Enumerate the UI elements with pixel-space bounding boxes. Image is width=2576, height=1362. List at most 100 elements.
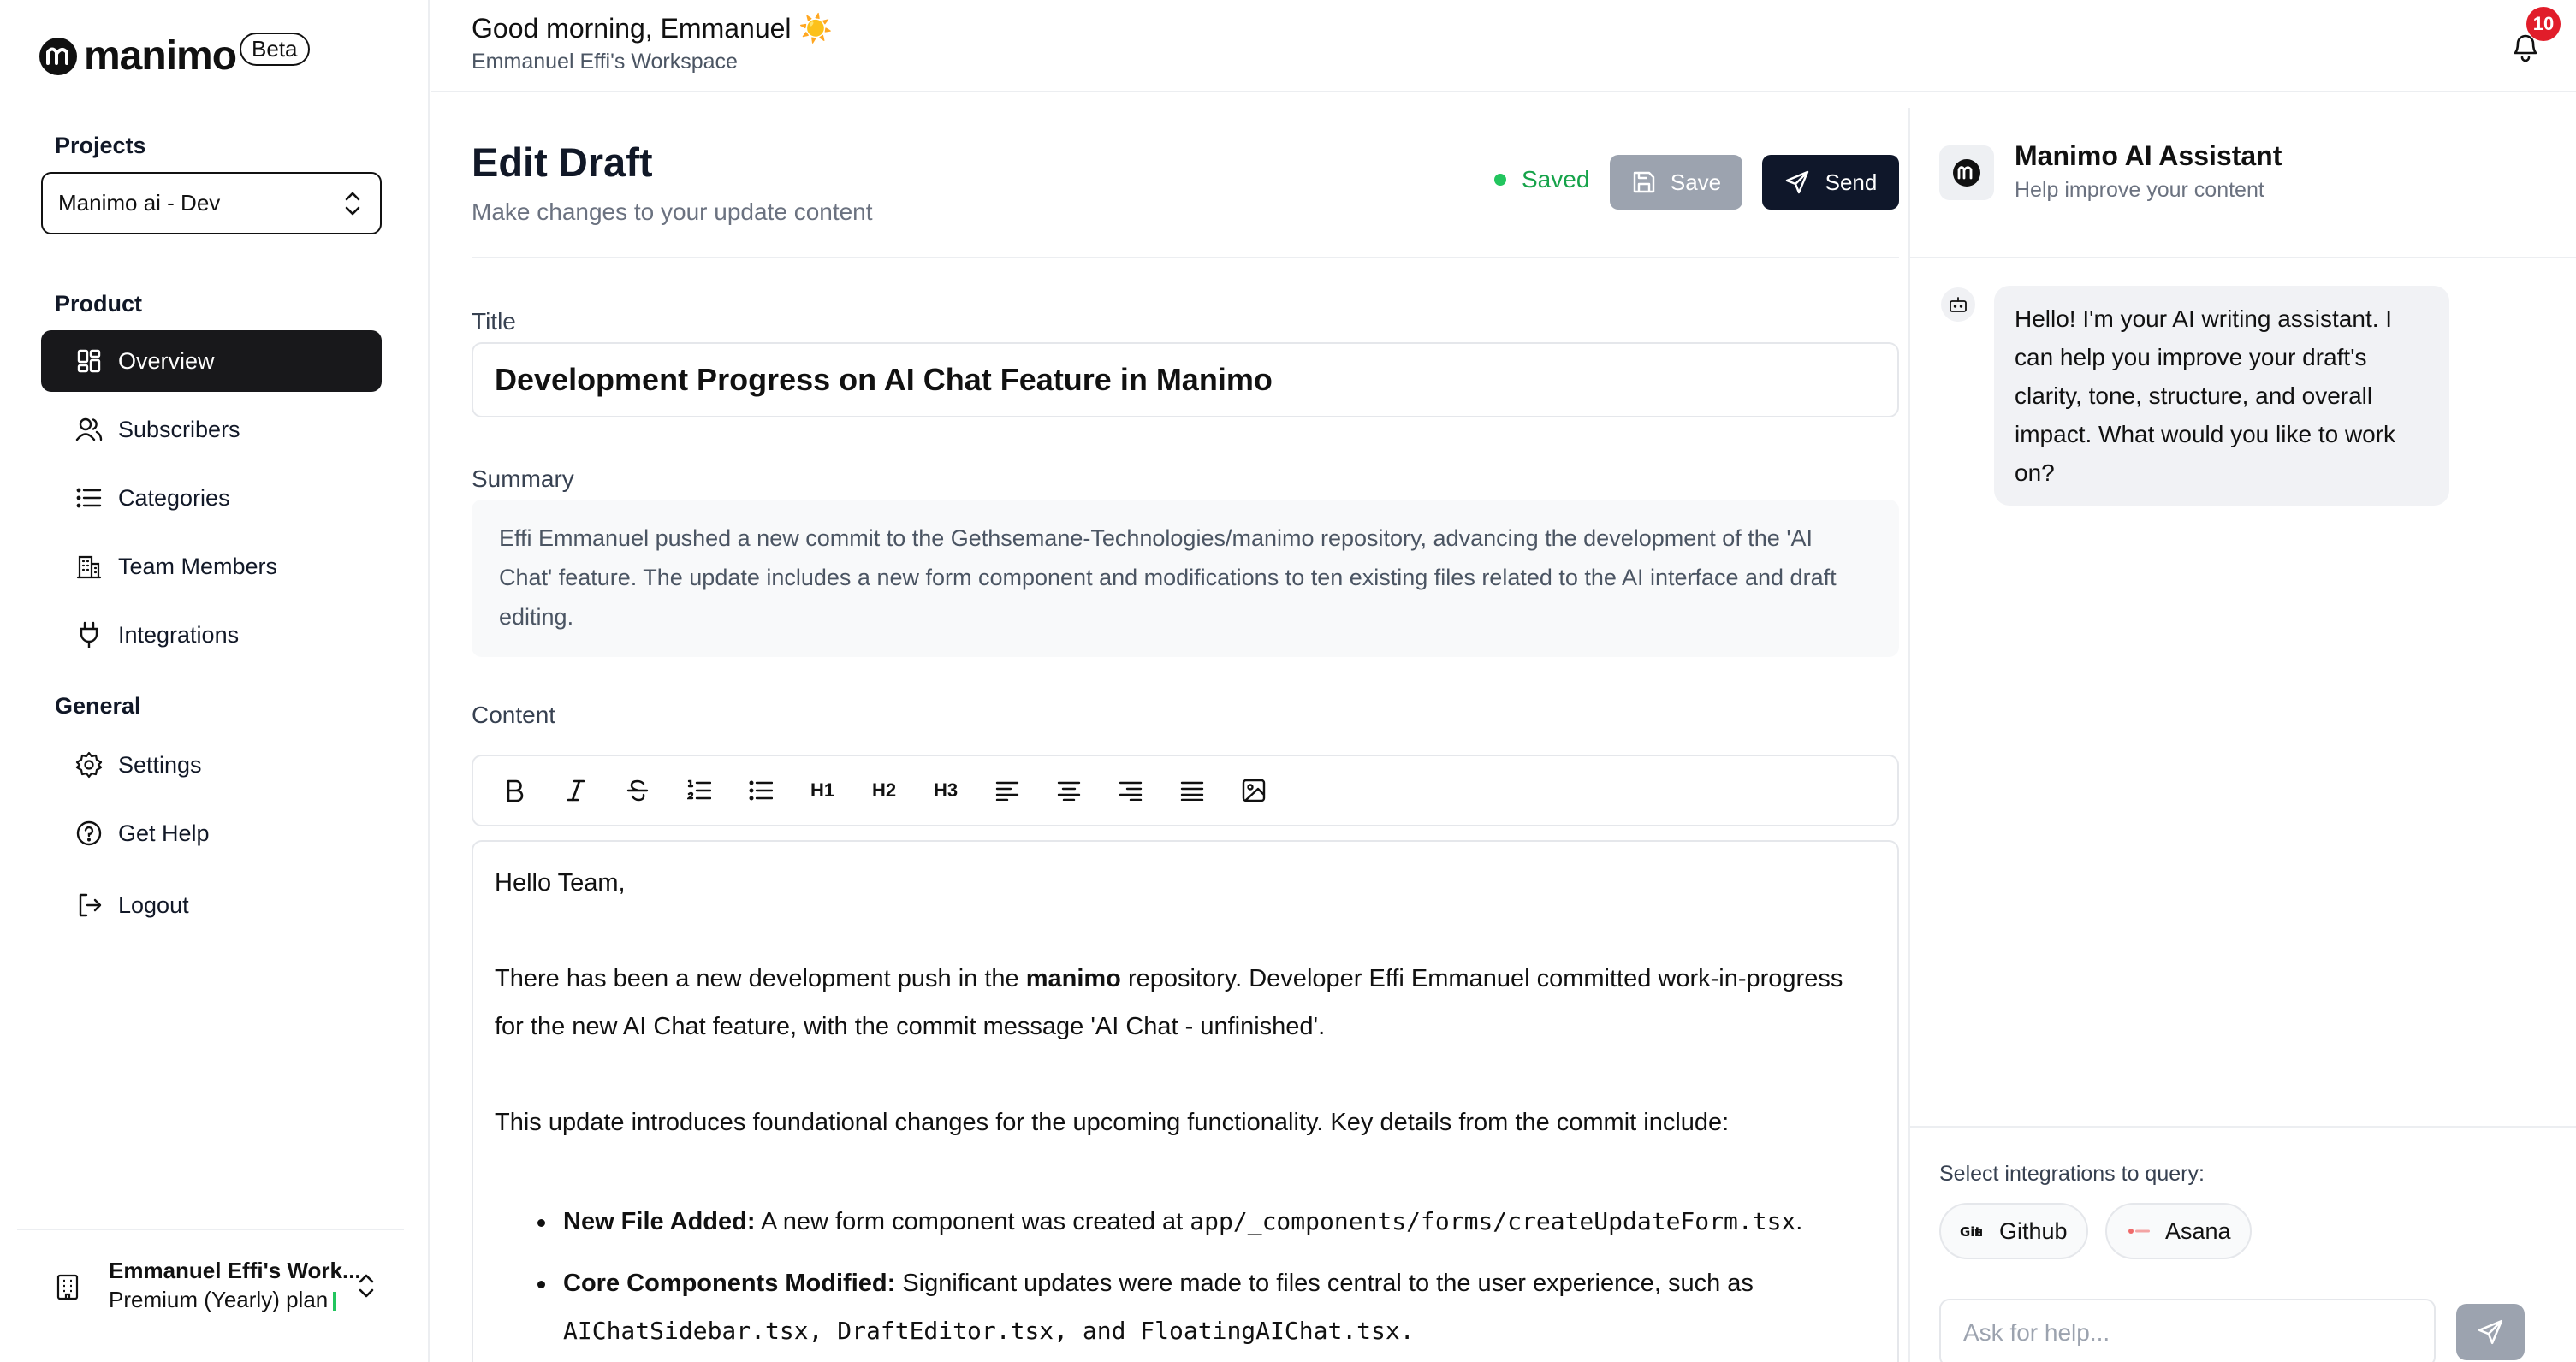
- bold-icon: [507, 779, 524, 802]
- users-icon: [75, 416, 103, 443]
- product-label: Product: [55, 291, 143, 317]
- workspace-subtitle: Emmanuel Effi's Workspace: [472, 50, 738, 74]
- beta-badge: Beta: [240, 33, 310, 66]
- summary-textarea[interactable]: Effi Emmanuel pushed a new commit to the…: [472, 500, 1899, 657]
- image-icon: [1242, 779, 1266, 802]
- plug-icon: [75, 621, 103, 648]
- general-label: General: [55, 693, 141, 719]
- list-item-text: Significant updates were made to files c…: [895, 1270, 1754, 1297]
- sidebar-item-label: Settings: [118, 751, 202, 778]
- sidebar-item-get-help[interactable]: Get Help: [41, 802, 382, 864]
- bold-button[interactable]: [490, 767, 538, 814]
- content-bullet-list: New File Added: A new form component was…: [495, 1198, 1876, 1355]
- integration-chip-github[interactable]: Git H Github: [1939, 1203, 2088, 1259]
- sidebar-item-settings[interactable]: Settings: [41, 734, 382, 796]
- content-editor[interactable]: Hello Team, There has been a new develop…: [472, 840, 1899, 1362]
- bullet-list-icon: [749, 780, 773, 801]
- chevron-up-down-icon: [359, 1274, 374, 1298]
- workspace-switcher[interactable]: Emmanuel Effi's Work... Premium (Yearly)…: [17, 1229, 404, 1362]
- greeting: Good morning, Emmanuel ☀️: [472, 12, 833, 44]
- align-right-icon: [1119, 781, 1143, 801]
- heading2-button[interactable]: H2: [860, 767, 908, 814]
- sidebar-item-overview[interactable]: Overview: [41, 330, 382, 392]
- align-left-button[interactable]: [983, 767, 1031, 814]
- title-input[interactable]: Development Progress on AI Chat Feature …: [472, 342, 1899, 417]
- strikethrough-button[interactable]: [614, 767, 662, 814]
- help-circle-icon: [75, 820, 103, 847]
- save-status: Saved: [1494, 166, 1589, 193]
- asana-icon: [2128, 1229, 2150, 1234]
- editor-toolbar: H1 H2 H3: [472, 755, 1899, 826]
- content-paragraph: This update introduces foundational chan…: [495, 1109, 1730, 1136]
- top-header: Good morning, Emmanuel ☀️ Emmanuel Effi'…: [431, 0, 2576, 92]
- logout-icon: [75, 891, 103, 919]
- ordered-list-button[interactable]: [675, 767, 723, 814]
- summary-label: Summary: [472, 465, 574, 492]
- ask-send-button[interactable]: [2456, 1304, 2525, 1360]
- save-button[interactable]: Save: [1610, 155, 1742, 210]
- sidebar-item-categories[interactable]: Categories: [41, 467, 382, 529]
- integration-query: Select integrations to query: Git H Githu…: [1910, 1126, 2576, 1362]
- workspace-name: Emmanuel Effi's Work...: [109, 1258, 361, 1283]
- ai-subtitle: Help improve your content: [2015, 178, 2264, 202]
- workspace-plan-label: Premium (Yearly) plan: [109, 1287, 329, 1312]
- sidebar-item-label: Subscribers: [118, 416, 240, 442]
- send-button[interactable]: Send: [1762, 155, 1899, 210]
- list-item-bold: New File Added:: [563, 1208, 756, 1235]
- title-label: Title: [472, 308, 516, 335]
- ai-assistant-panel: Manimo AI Assistant Help improve your co…: [1908, 108, 2576, 1362]
- list-item-code: app/_components/forms/createUpdateForm.t…: [1190, 1207, 1796, 1235]
- content-bold: manimo: [1025, 965, 1121, 992]
- save-status-label: Saved: [1522, 166, 1590, 192]
- align-center-button[interactable]: [1045, 767, 1093, 814]
- sidebar-item-subscribers[interactable]: Subscribers: [41, 399, 382, 460]
- sidebar-item-label: Overview: [118, 347, 215, 374]
- heading1-button[interactable]: H1: [798, 767, 846, 814]
- list-item-code: AIChatSidebar.tsx, DraftEditor.tsx, and …: [563, 1317, 1415, 1345]
- sun-emoji: ☀️: [798, 13, 834, 44]
- manimo-logo-icon: [39, 37, 77, 75]
- justify-button[interactable]: [1168, 767, 1216, 814]
- save-button-label: Save: [1670, 169, 1722, 195]
- italic-icon: [567, 779, 585, 802]
- insert-image-button[interactable]: [1230, 767, 1278, 814]
- align-right-button[interactable]: [1107, 767, 1154, 814]
- justify-icon: [1180, 781, 1204, 801]
- sidebar-item-label: Get Help: [118, 820, 210, 846]
- projects-label: Projects: [55, 133, 146, 158]
- project-select-value: Manimo ai - Dev: [58, 190, 221, 216]
- chevron-up-down-icon: [345, 192, 360, 216]
- dashboard-icon: [75, 347, 103, 375]
- heading3-button[interactable]: H3: [922, 767, 970, 814]
- ordered-list-icon: [687, 779, 711, 800]
- sidebar: manimo Beta Projects Manimo ai - Dev Pro…: [0, 0, 430, 1362]
- sidebar-item-integrations[interactable]: Integrations: [41, 604, 382, 666]
- status-dot: [1494, 174, 1506, 186]
- project-select[interactable]: Manimo ai - Dev: [41, 172, 382, 234]
- bullet-list-button[interactable]: [737, 767, 785, 814]
- sidebar-item-logout[interactable]: Logout: [41, 874, 382, 936]
- send-icon: [1785, 170, 1808, 194]
- notification-badge: 10: [2526, 7, 2561, 41]
- content-text: There has been a new development push in…: [495, 965, 1026, 992]
- ai-header: Manimo AI Assistant Help improve your co…: [1910, 108, 2576, 258]
- list-item: Core Components Modified: Significant up…: [537, 1259, 1876, 1355]
- ask-input[interactable]: [1939, 1299, 2436, 1362]
- content-greeting: Hello Team,: [495, 869, 626, 897]
- integration-chip-asana[interactable]: Asana: [2105, 1203, 2252, 1259]
- list-item-bold: Core Components Modified:: [563, 1270, 896, 1297]
- draft-editor: Edit Draft Make changes to your update c…: [431, 108, 1910, 1362]
- brand-logo[interactable]: manimo Beta: [39, 33, 310, 80]
- list-item-text: .: [1795, 1208, 1803, 1235]
- greeting-text: Good morning, Emmanuel: [472, 13, 792, 44]
- gear-icon: [75, 751, 103, 779]
- sidebar-item-label: Team Members: [118, 553, 278, 579]
- ai-title: Manimo AI Assistant: [2015, 140, 2282, 171]
- sidebar-item-team-members[interactable]: Team Members: [41, 536, 382, 597]
- italic-button[interactable]: [552, 767, 600, 814]
- brand-name: manimo: [84, 33, 237, 79]
- list-icon: [75, 484, 103, 512]
- github-icon: GitH: [1960, 1224, 1983, 1240]
- building-icon: [75, 553, 103, 580]
- page-subtitle: Make changes to your update content: [472, 198, 873, 225]
